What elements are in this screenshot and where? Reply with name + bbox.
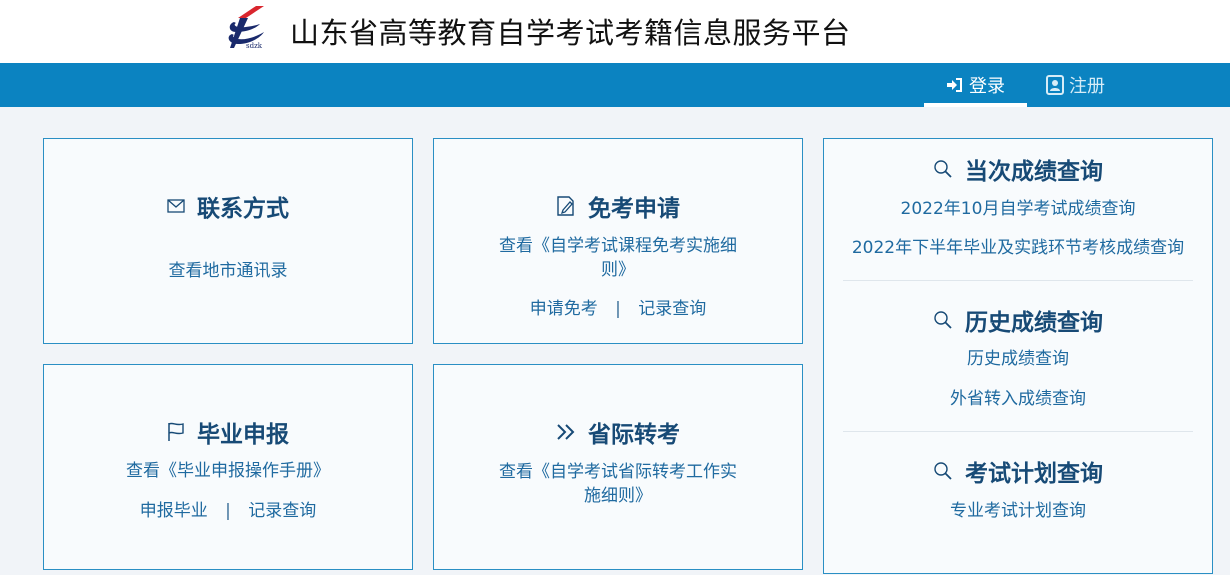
search-icon	[934, 160, 952, 178]
score-query-card: 当次成绩查询 2022年10月自学考试成绩查询 2022年下半年毕业及实践环节考…	[823, 138, 1213, 574]
graduation-card-title: 毕业申报	[44, 415, 412, 449]
edit-document-icon	[557, 196, 574, 216]
transfer-in-score-link[interactable]: 外省转入成绩查询	[950, 389, 1086, 409]
section-divider	[843, 280, 1193, 281]
major-exam-plan-link[interactable]: 专业考试计划查询	[950, 501, 1086, 521]
envelope-icon	[167, 199, 185, 213]
user-card-icon	[1046, 75, 1064, 95]
logo-text: sdzk	[246, 42, 263, 50]
separator: |	[225, 501, 231, 521]
graduation-card: 毕业申报 查看《毕业申报操作手册》 申报毕业 | 记录查询	[43, 364, 413, 570]
exam-plan-title: 考试计划查询	[824, 454, 1212, 488]
exemption-record-link[interactable]: 记录查询	[638, 299, 706, 319]
current-exam-score-link[interactable]: 2022年10月自学考试成绩查询	[901, 199, 1136, 219]
contact-directory-link[interactable]: 查看地市通讯录	[169, 261, 288, 281]
register-nav-button[interactable]: 注册	[1046, 63, 1121, 107]
apply-exemption-link[interactable]: 申请免考	[530, 299, 598, 319]
login-nav-button[interactable]: 登录	[924, 63, 1027, 107]
history-score-link[interactable]: 历史成绩查询	[967, 349, 1069, 369]
flag-icon	[168, 422, 184, 441]
top-navbar: 登录 注册	[0, 63, 1230, 107]
separator: |	[615, 299, 621, 319]
site-header: sdzk 山东省高等教育自学考试考籍信息服务平台	[0, 0, 1230, 63]
search-icon	[934, 462, 952, 480]
contact-card-title: 联系方式	[44, 189, 412, 223]
exemption-card-title: 免考申请	[434, 189, 802, 223]
current-score-title: 当次成绩查询	[824, 152, 1212, 186]
transfer-card: 省际转考 查看《自学考试省际转考工作实 施细则》	[433, 364, 803, 570]
sign-in-icon	[947, 78, 962, 92]
apply-graduation-link[interactable]: 申报毕业	[140, 501, 208, 521]
register-label: 注册	[1069, 76, 1105, 97]
double-chevron-right-icon	[557, 424, 575, 440]
history-score-title: 历史成绩查询	[824, 303, 1212, 337]
section-divider	[843, 431, 1193, 432]
transfer-card-title: 省际转考	[434, 415, 802, 449]
search-icon	[934, 311, 952, 329]
transfer-rules-link[interactable]: 查看《自学考试省际转考工作实 施细则》	[499, 462, 737, 506]
graduation-manual-link[interactable]: 查看《毕业申报操作手册》	[126, 461, 330, 481]
exemption-card: 免考申请 查看《自学考试课程免考实施细 则》 申请免考 | 记录查询	[433, 138, 803, 344]
exemption-rules-link[interactable]: 查看《自学考试课程免考实施细 则》	[499, 236, 737, 280]
graduation-record-link[interactable]: 记录查询	[248, 501, 316, 521]
site-title: 山东省高等教育自学考试考籍信息服务平台	[290, 16, 851, 50]
login-label: 登录	[969, 76, 1005, 97]
graduation-practice-score-link[interactable]: 2022年下半年毕业及实践环节考核成绩查询	[852, 238, 1184, 258]
contact-card: 联系方式 查看地市通讯录	[43, 138, 413, 344]
